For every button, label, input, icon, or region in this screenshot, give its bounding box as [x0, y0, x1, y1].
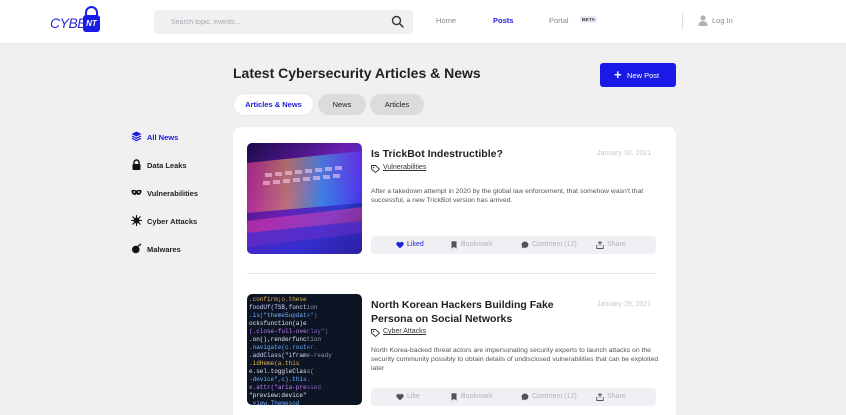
new-post-label: New Post	[627, 71, 660, 80]
nav-portal-link[interactable]: Portal	[549, 16, 569, 25]
share-label: Share	[607, 241, 626, 248]
comment-icon	[521, 393, 529, 401]
page-title: Latest Cybersecurity Articles & News	[233, 65, 481, 81]
post-divider	[247, 273, 656, 274]
sidebar-item-label: Vulnerabilities	[147, 189, 198, 198]
post-title[interactable]: Is TrickBot Indestructible?	[371, 147, 591, 161]
post-actions-bar: Like Bookmark Comment (12) Share	[371, 388, 656, 406]
comment-label: Comment (12)	[532, 393, 577, 400]
like-label: Liked	[407, 241, 424, 248]
tab-news[interactable]: News	[318, 94, 366, 115]
search-icon[interactable]	[391, 15, 404, 28]
user-icon	[698, 15, 708, 26]
svg-text:ocksfunction(a)e: ocksfunction(a)e	[249, 320, 307, 327]
post-actions-bar: Liked Bookmark Comment (12) Share	[371, 236, 656, 254]
post-description: North Korea-backed threat actors are imp…	[371, 347, 659, 372]
cybernt-logo[interactable]: CYBER NT	[50, 6, 102, 36]
bookmark-icon	[451, 241, 457, 249]
like-label: Like	[407, 393, 420, 400]
post-thumbnail[interactable]: .confirm;o.these foodUf(TSB,function .is…	[247, 294, 362, 405]
login-label: Log In	[712, 16, 733, 25]
top-navbar: CYBER NT Home Posts Portal BETA Log In	[0, 0, 846, 43]
post-date: January 29, 2021	[597, 301, 652, 308]
new-post-button[interactable]: + New Post	[600, 63, 676, 87]
heart-icon	[396, 241, 404, 249]
svg-text:.idHeme(a.this: .idHeme(a.this	[249, 360, 300, 367]
plus-icon: +	[614, 67, 622, 82]
svg-text:.view.Themesod: .view.Themesod	[249, 400, 300, 405]
post-tag-label: Cyber Attacks	[383, 328, 427, 335]
source-code-screen-image: .confirm;o.these foodUf(TSB,function .is…	[247, 294, 362, 405]
svg-text:"preview:device": "preview:device"	[249, 392, 307, 399]
sidebar-item-label: All News	[147, 133, 179, 142]
tab-articles-news[interactable]: Articles & News	[234, 94, 313, 115]
sidebar-item-label: Data Leaks	[147, 161, 187, 170]
heart-icon	[396, 393, 404, 401]
svg-text:.confirm;o.these: .confirm;o.these	[249, 296, 307, 303]
sidebar-item-label: Malwares	[147, 245, 181, 254]
logo-badge: NT	[83, 15, 100, 32]
search-bar	[154, 10, 413, 34]
comment-icon	[521, 241, 529, 249]
share-icon	[596, 241, 604, 249]
share-label: Share	[607, 393, 626, 400]
tag-icon	[371, 329, 380, 337]
logo-lock-icon: NT	[83, 6, 100, 32]
search-input[interactable]	[154, 10, 384, 34]
bookmark-label: Bookmark	[461, 393, 493, 400]
nav-home-link[interactable]: Home	[436, 16, 456, 25]
sidebar-item-label: Cyber Attacks	[147, 217, 198, 226]
share-icon	[596, 393, 604, 401]
post-description: After a takedown attempt in 2020 by the …	[371, 188, 644, 204]
comment-label: Comment (12)	[532, 241, 577, 248]
mask-icon	[131, 189, 142, 195]
bookmark-icon	[451, 393, 457, 401]
post-date: January 30, 2021	[597, 150, 652, 157]
nav-posts-link[interactable]: Posts	[493, 16, 513, 25]
post-title[interactable]: North Korean Hackers Building Fake Perso…	[371, 298, 591, 326]
nav-divider	[682, 13, 683, 29]
tab-articles[interactable]: Articles	[370, 94, 424, 115]
post-thumbnail[interactable]	[247, 143, 362, 254]
bookmark-label: Bookmark	[461, 241, 493, 248]
post-tag-label: Vulnerabilities	[383, 164, 427, 171]
bomb-icon	[132, 243, 142, 254]
svg-text:e.sel.toggleClass(: e.sel.toggleClass(	[249, 368, 314, 375]
beta-badge: BETA	[580, 16, 598, 23]
laptop-keyboard-neon-image	[247, 143, 362, 254]
layers-icon	[131, 131, 142, 142]
virus-icon	[131, 215, 142, 226]
svg-text:-device",c).this.: -device",c).this.	[249, 376, 310, 383]
tag-icon	[371, 165, 380, 173]
lock-icon	[132, 159, 141, 170]
